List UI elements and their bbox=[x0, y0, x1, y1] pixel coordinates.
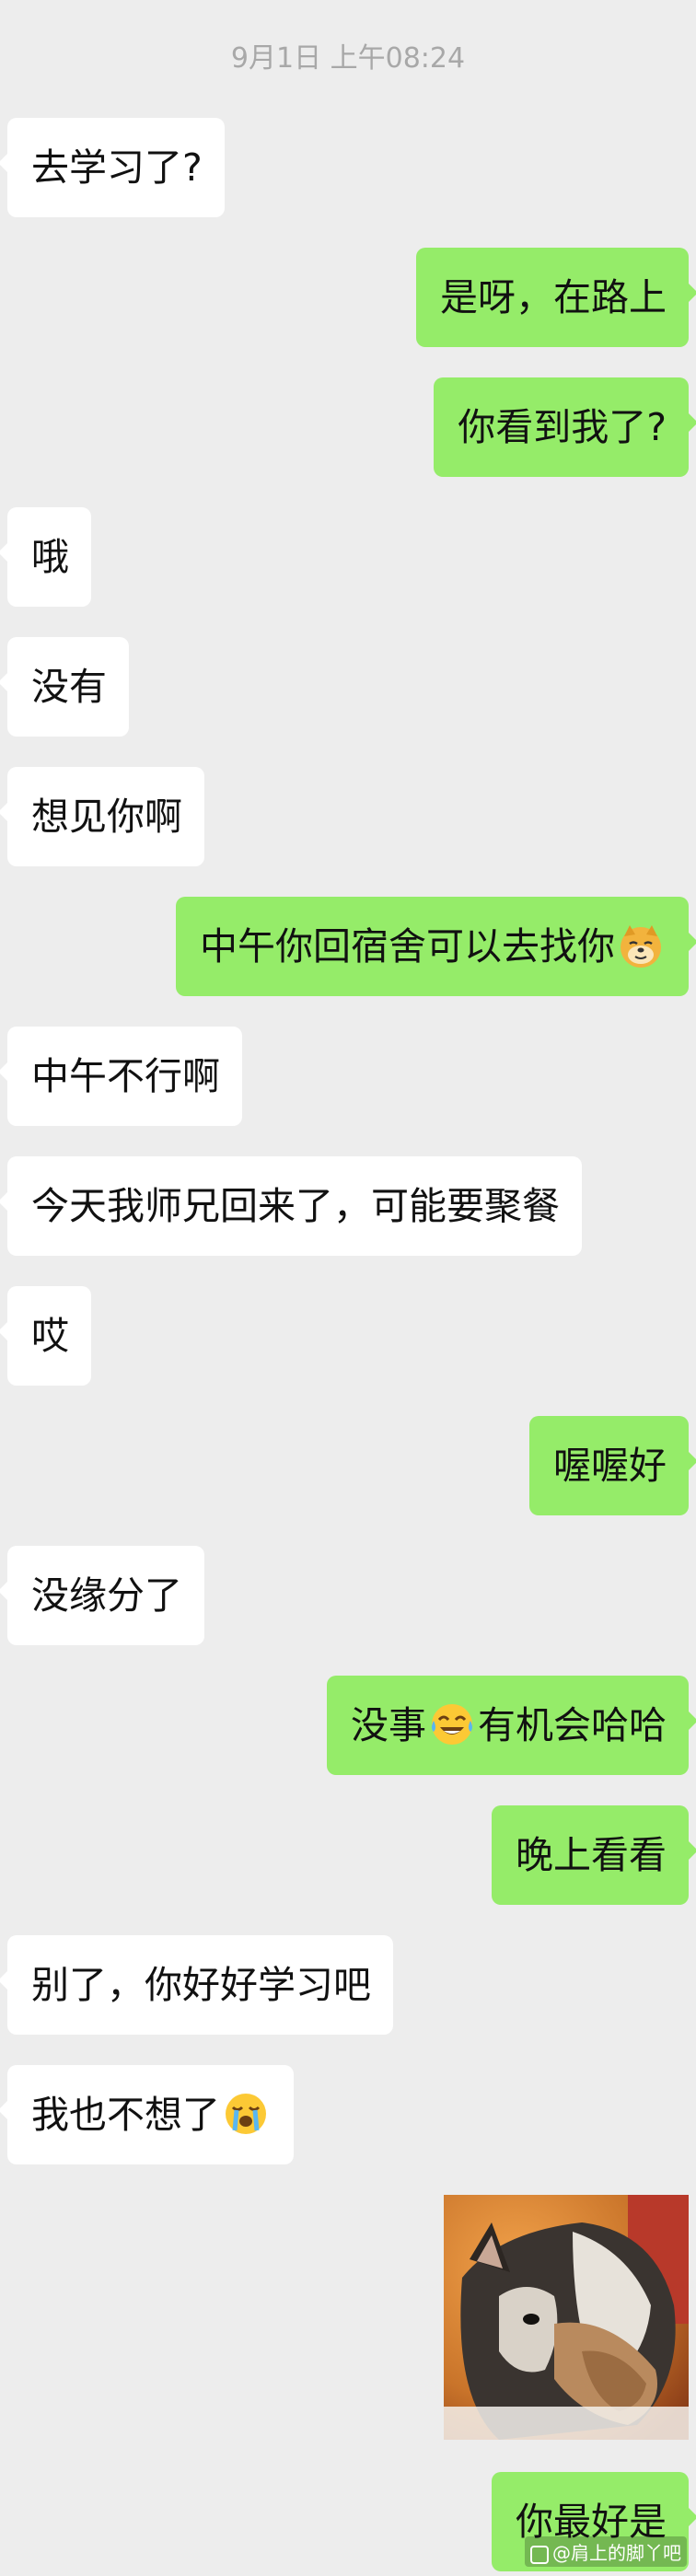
message-bubble-incoming[interactable]: 中午不行啊 bbox=[0, 1027, 242, 1126]
message-text: 今天我师兄回来了，可能要聚餐 bbox=[31, 1184, 560, 1228]
message-timestamp: 9月1日 上午08:24 bbox=[230, 42, 466, 75]
message-text: 我也不想了 bbox=[31, 2093, 220, 2137]
message-bubble-incoming[interactable]: 哦 bbox=[0, 507, 91, 607]
crying-emoji-icon bbox=[226, 2094, 266, 2134]
message-bubble-outgoing[interactable]: 中午你回宿舍可以去找你 bbox=[176, 897, 696, 996]
message-bubble-incoming[interactable]: 今天我师兄回来了，可能要聚餐 bbox=[0, 1156, 582, 1256]
message-text: 去学习了? bbox=[31, 145, 203, 190]
message-text: 你看到我了? bbox=[458, 405, 667, 449]
message-text: 没事 bbox=[351, 1703, 426, 1747]
message-text: 没有 bbox=[31, 665, 107, 709]
watermark-text: @肩上的脚丫吧 bbox=[552, 2542, 681, 2564]
message-bubble-incoming[interactable]: 想见你啊 bbox=[0, 767, 204, 866]
message-bubble-outgoing[interactable]: 没事 有机会哈哈 bbox=[327, 1676, 696, 1775]
message-text: 没缘分了 bbox=[31, 1573, 182, 1618]
doge-emoji-icon bbox=[621, 925, 661, 968]
husky-dog-sticker-icon bbox=[444, 2195, 689, 2440]
husky-dog-sticker-image[interactable] bbox=[444, 2195, 689, 2440]
message-text: 哦 bbox=[31, 535, 69, 579]
message-text: 中午你回宿舍可以去找你 bbox=[200, 924, 615, 969]
message-bubble-incoming[interactable]: 别了，你好好学习吧 bbox=[0, 1935, 393, 2035]
tears-of-joy-emoji-icon bbox=[432, 1704, 472, 1745]
tieba-logo-icon bbox=[530, 2545, 549, 2564]
message-text: 别了，你好好学习吧 bbox=[31, 1963, 371, 2007]
message-bubble-incoming[interactable]: 哎 bbox=[0, 1286, 91, 1386]
message-bubble-incoming[interactable]: 去学习了? bbox=[0, 118, 225, 217]
message-text: 有机会哈哈 bbox=[478, 1703, 667, 1747]
message-text: 是呀，在路上 bbox=[440, 275, 667, 319]
message-bubble-incoming[interactable]: 我也不想了 bbox=[0, 2065, 294, 2164]
message-bubble-incoming[interactable]: 没有 bbox=[0, 637, 129, 737]
message-bubble-incoming[interactable]: 没缘分了 bbox=[0, 1546, 204, 1645]
message-text: 想见你啊 bbox=[31, 795, 182, 839]
message-bubble-outgoing[interactable]: 你看到我了? bbox=[434, 377, 696, 477]
message-text: 晚上看看 bbox=[516, 1833, 667, 1877]
message-bubble-outgoing[interactable]: 晚上看看 bbox=[492, 1805, 696, 1905]
message-text: 喔喔好 bbox=[553, 1444, 667, 1488]
message-text: 中午不行啊 bbox=[31, 1054, 220, 1098]
message-bubble-outgoing[interactable]: 喔喔好 bbox=[529, 1416, 696, 1515]
message-text: 哎 bbox=[31, 1314, 69, 1358]
message-bubble-outgoing[interactable]: 是呀，在路上 bbox=[416, 248, 696, 347]
watermark: @肩上的脚丫吧 bbox=[525, 2536, 687, 2567]
chat-screen: 9月1日 上午08:24 去学习了? 是呀，在路上 你看到我了? 哦 没有 想见… bbox=[0, 0, 696, 2576]
